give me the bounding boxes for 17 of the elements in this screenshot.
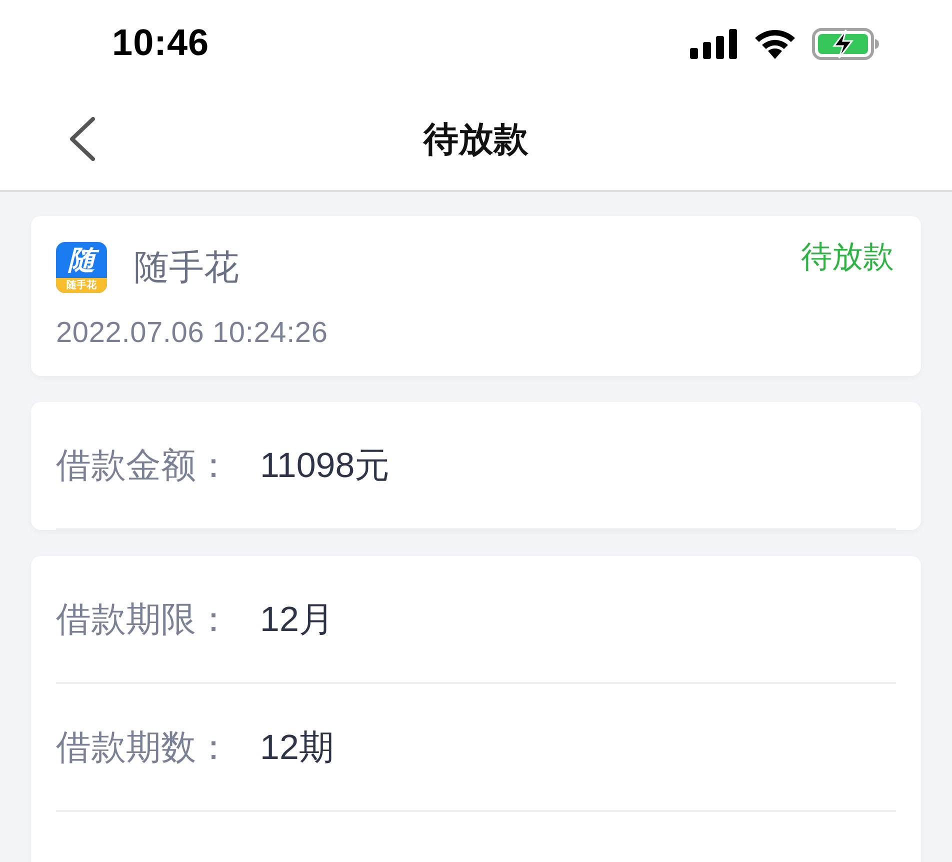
- field-value: 12期: [260, 726, 334, 768]
- field-value: 12月: [260, 598, 334, 640]
- page-title: 待放款: [422, 118, 530, 160]
- signal-icon: [690, 29, 738, 59]
- logo-glyph: 随: [56, 242, 107, 278]
- status-time: 10:46: [112, 22, 210, 64]
- field-value: 11098元: [260, 444, 390, 486]
- logo-caption: 随手花: [56, 278, 107, 293]
- order-status: 待放款: [801, 238, 894, 276]
- battery-charging-icon: [812, 28, 880, 60]
- wifi-icon: [754, 29, 796, 59]
- app-name: 随手花: [134, 247, 239, 289]
- field-label: 借款期数：: [56, 726, 232, 768]
- field-label: 借款金额：: [56, 444, 232, 486]
- order-date: 2022.07.06 10:24:26: [56, 317, 329, 350]
- field-label: 借款期限：: [56, 598, 232, 640]
- back-icon: [68, 117, 96, 161]
